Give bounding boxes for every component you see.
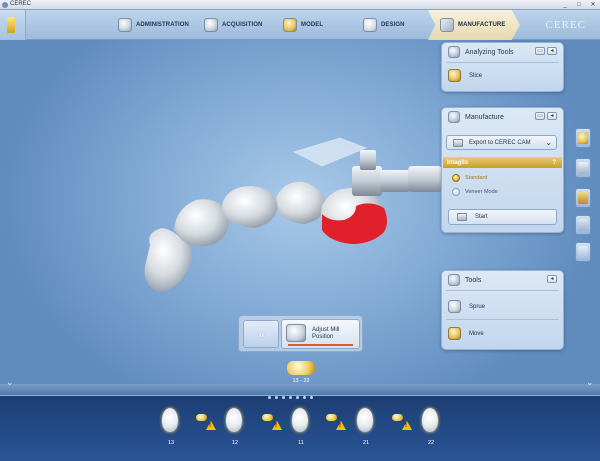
standard-option[interactable]: Standard — [452, 174, 487, 182]
back-button[interactable]: « — [243, 320, 279, 348]
panel-divider — [446, 290, 559, 291]
slice-tool[interactable]: Slice — [448, 69, 482, 82]
warning-icon — [402, 421, 412, 430]
move-label: Move — [469, 330, 484, 337]
lingual-view-icon — [578, 162, 588, 174]
active-indicator — [288, 344, 353, 346]
tools-title: Tools — [465, 276, 482, 284]
radio-icon — [452, 188, 460, 196]
slice-label: Slice — [469, 72, 483, 79]
current-restoration-label: 13 - 22 — [292, 378, 310, 384]
tooth-view-icon — [578, 246, 588, 258]
panel-divider — [446, 62, 559, 63]
tooth-number: 13 — [167, 440, 175, 446]
warning-icon — [206, 421, 216, 430]
tooth-icon — [422, 408, 438, 432]
view-lingual-button[interactable] — [575, 158, 591, 178]
panel-minimize-button[interactable]: ▭ — [535, 47, 545, 55]
tooth-21[interactable]: 21 — [355, 408, 377, 450]
buccal-view-icon — [578, 192, 588, 204]
view-occlusal-button[interactable] — [575, 128, 591, 148]
adjust-mill-icon — [286, 324, 306, 342]
tooth-number: 12 — [231, 440, 239, 446]
step-navigation: « Adjust Mill Position — [238, 315, 363, 352]
sprue-tool[interactable]: Sprue — [448, 300, 485, 313]
tooth-icon — [162, 408, 178, 432]
tools-icon — [448, 274, 460, 286]
view-3d-button[interactable] — [575, 215, 591, 235]
page-dots — [268, 396, 313, 399]
view-buccal-button[interactable] — [575, 188, 591, 208]
export-dropdown-value: Export to CEREC CAM — [469, 139, 531, 146]
tooth-icon — [226, 408, 242, 432]
cam-icon — [453, 138, 463, 147]
view-extra-button[interactable] — [575, 242, 591, 262]
tools-header: Tools — [442, 271, 563, 289]
export-dropdown[interactable]: Export to CEREC CAM ⌄ — [446, 135, 557, 150]
analyzing-tools-panel: Analyzing Tools ▭ ◂ Slice — [441, 42, 564, 92]
radio-selected-icon — [452, 174, 460, 182]
mill-block-holder — [293, 137, 442, 196]
manufacture-title: Manufacture — [465, 113, 504, 121]
intaglio-label: Intaglio — [447, 159, 469, 166]
collapse-right-icon[interactable]: ⌄ — [586, 377, 594, 388]
selected-crown[interactable] — [320, 188, 387, 244]
slice-icon — [448, 69, 461, 82]
manufacture-panel-icon — [448, 111, 460, 123]
tools-panel: Tools ◂ Sprue Move — [441, 270, 564, 350]
tooth-22[interactable]: 22 — [420, 408, 442, 450]
panel-pin-button[interactable]: ◂ — [547, 275, 557, 283]
sprue-label: Sprue — [469, 303, 486, 310]
adjust-mill-label: Adjust Mill Position — [312, 327, 340, 340]
connector-warning[interactable] — [262, 412, 284, 432]
warning-icon — [336, 421, 346, 430]
connector-icon — [326, 414, 337, 421]
connector-icon — [392, 414, 403, 421]
connector-warning[interactable] — [196, 412, 218, 432]
start-label: Start — [475, 214, 488, 220]
connector-warning[interactable] — [326, 412, 348, 432]
panel-divider — [446, 319, 559, 320]
sprue-icon — [448, 300, 461, 313]
connector-warning[interactable] — [392, 412, 414, 432]
tooth-number: 22 — [427, 440, 435, 446]
veneer-mode-label: Veneer Mode — [465, 189, 498, 195]
mill-start-icon — [457, 213, 467, 221]
tooth-icon — [357, 408, 373, 432]
help-icon[interactable]: ? — [552, 160, 556, 166]
analyzing-tools-icon — [448, 46, 460, 58]
tooth-12[interactable]: 12 — [224, 408, 246, 450]
panel-pin-button[interactable]: ◂ — [547, 47, 557, 55]
move-icon — [448, 327, 461, 340]
current-restoration[interactable]: 13 - 22 — [277, 361, 325, 391]
panel-pin-button[interactable]: ◂ — [547, 112, 557, 120]
warning-icon — [272, 421, 282, 430]
intaglio-section[interactable]: Intaglio ? — [443, 157, 562, 168]
tooth-number: 21 — [362, 440, 370, 446]
analyzing-tools-title: Analyzing Tools — [465, 48, 514, 56]
bridge-restoration — [144, 181, 326, 292]
adjust-mill-position-button[interactable]: Adjust Mill Position — [281, 319, 360, 349]
connector-icon — [196, 414, 207, 421]
connector-icon — [262, 414, 273, 421]
veneer-mode-option[interactable]: Veneer Mode — [452, 188, 498, 196]
cerec-window: CEREC _ □ ✕ ADMINISTRATION ACQUISITION M… — [0, 0, 600, 461]
cube-icon — [578, 219, 588, 231]
start-button[interactable]: Start — [448, 209, 557, 225]
manufacture-panel: Manufacture ▭ ◂ Export to CEREC CAM ⌄ In… — [441, 107, 564, 233]
tooth-13[interactable]: 13 — [160, 408, 182, 450]
collapse-left-icon[interactable]: ⌄ — [6, 377, 14, 388]
panel-minimize-button[interactable]: ▭ — [535, 112, 545, 120]
tooth-number: 11 — [298, 440, 304, 446]
tooth-icon — [292, 408, 308, 432]
occlusal-view-icon — [578, 132, 588, 144]
tooth-11[interactable]: 11 — [290, 408, 312, 450]
chevron-down-icon: ⌄ — [545, 138, 552, 147]
bridge-icon — [287, 361, 315, 375]
standard-label: Standard — [465, 175, 488, 181]
move-tool[interactable]: Move — [448, 327, 484, 340]
